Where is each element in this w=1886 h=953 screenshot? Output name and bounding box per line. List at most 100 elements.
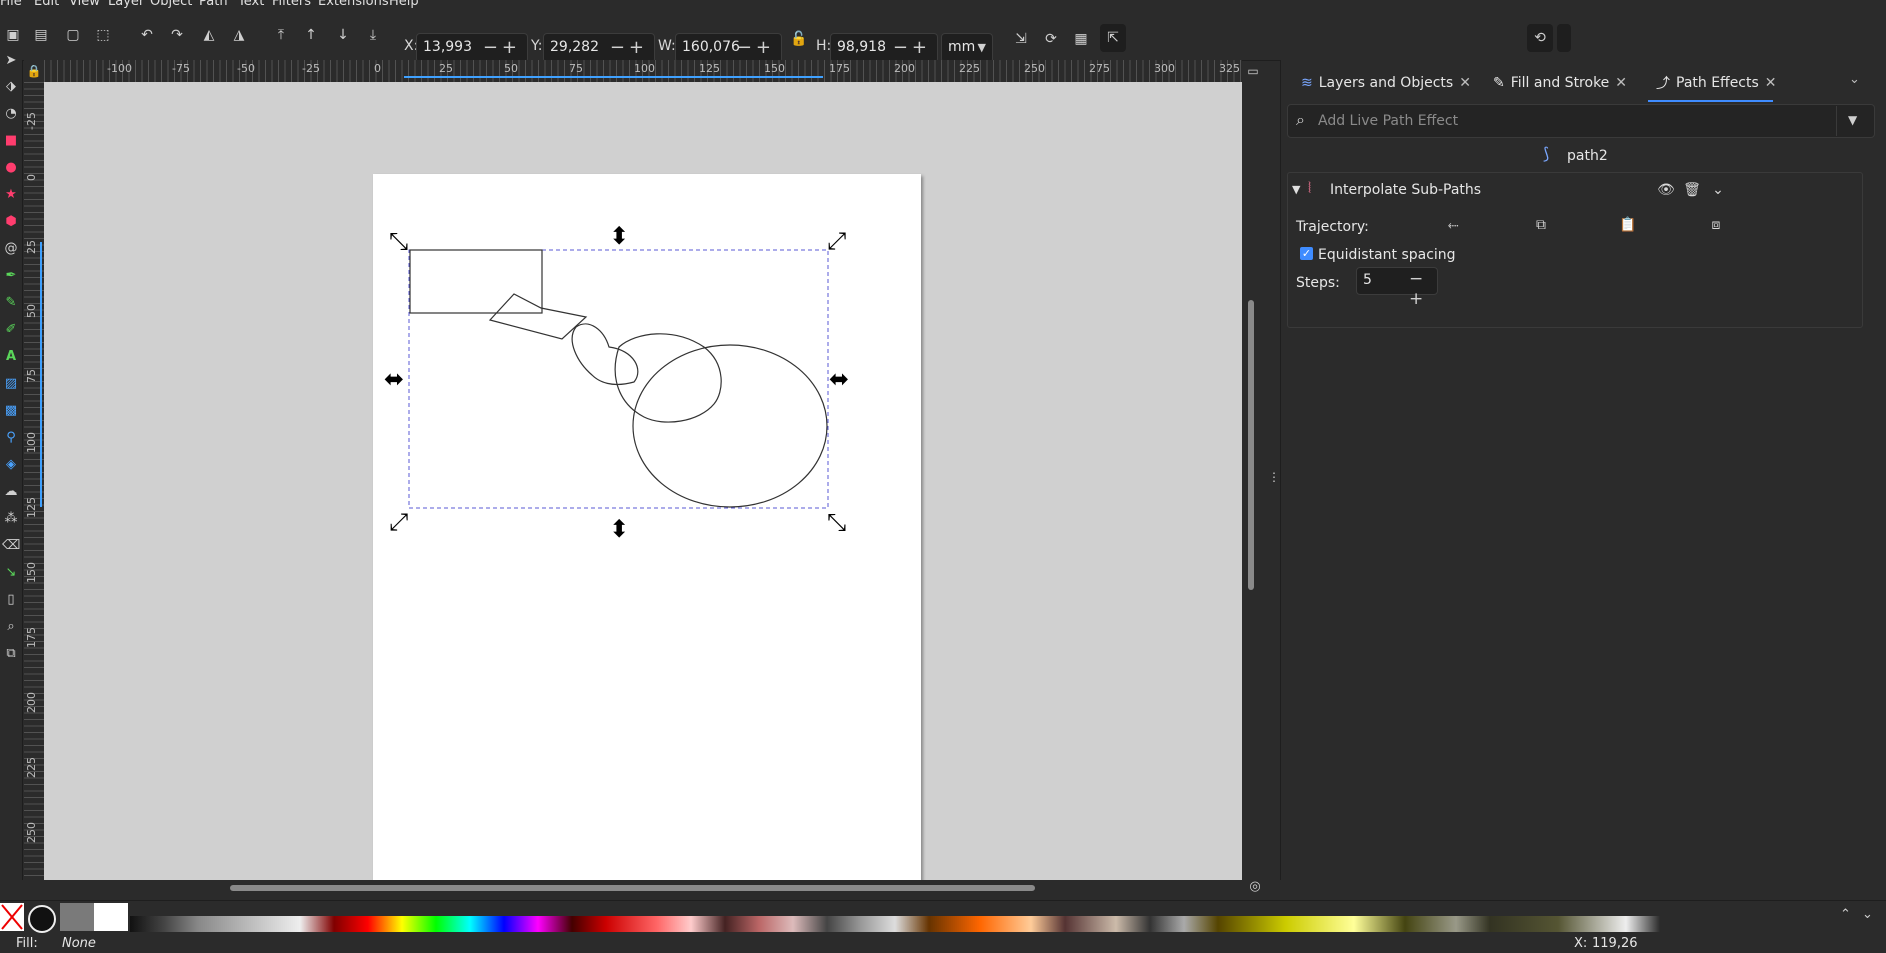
swatch-white[interactable]	[94, 903, 128, 931]
selector-tool-icon[interactable]: ➤	[2, 52, 20, 70]
paint-bucket-tool-icon[interactable]: ◈	[2, 456, 20, 474]
unit-select[interactable]: mm ▼	[941, 33, 993, 63]
rectangle-tool-icon[interactable]: ■	[2, 132, 20, 150]
deselect-icon[interactable]: ▢	[62, 24, 84, 46]
swatch-strip[interactable]	[130, 916, 1830, 932]
lock-ratio-icon[interactable]: 🔓	[788, 28, 810, 50]
menu-object[interactable]: Object	[150, 0, 192, 9]
edit-on-canvas-icon[interactable]: ⬸	[1440, 211, 1466, 239]
y-stepper-icon[interactable]: −+	[610, 37, 648, 58]
blob-shape[interactable]	[571, 323, 639, 386]
ellipse-tool-icon[interactable]: ●	[2, 159, 20, 177]
chevron-down-icon[interactable]: ▼	[1848, 113, 1857, 127]
scale-stroke-icon[interactable]: ⇲	[1010, 28, 1032, 50]
color-management-icon[interactable]: ◎	[1246, 879, 1264, 897]
handle-s-icon[interactable]: ⬍	[609, 515, 629, 543]
chevron-up-icon[interactable]: ⌃	[1840, 907, 1851, 922]
star-tool-icon[interactable]: ★	[2, 186, 20, 204]
display-mode-icon[interactable]: ▭	[1242, 60, 1264, 82]
y-field[interactable]: 29,282 −+	[543, 33, 655, 63]
tab-fill-stroke[interactable]: ✎ Fill and Stroke ✕	[1493, 70, 1627, 96]
handle-sw-icon[interactable]: ⤢	[389, 508, 408, 536]
handle-ne-icon[interactable]: ⤢	[827, 227, 846, 255]
expander-icon[interactable]: ▼	[1292, 183, 1300, 196]
lock-guides-icon[interactable]: 🔒	[24, 60, 44, 82]
vertical-scrollbar[interactable]	[1248, 300, 1254, 590]
measure-tool-icon[interactable]: ⧉	[2, 645, 20, 663]
scale-corners-icon[interactable]: ⟳	[1040, 28, 1062, 50]
menu-help[interactable]: Help	[389, 0, 419, 9]
lower-icon[interactable]: ↓	[332, 24, 354, 46]
copy-path-icon[interactable]: ⧉	[1528, 211, 1554, 239]
horizontal-scrollbar[interactable]	[230, 885, 1035, 891]
h-stepper-icon[interactable]: −+	[893, 37, 931, 58]
pencil-tool-icon[interactable]: ✎	[2, 294, 20, 312]
chevron-down-icon[interactable]: ⌄	[1705, 176, 1731, 204]
tweak-brush-icon[interactable]: ☁	[2, 483, 20, 501]
pen-tool-icon[interactable]: ✒	[2, 267, 20, 285]
equidistant-checkbox[interactable]: ✓	[1300, 247, 1313, 260]
handle-n-icon[interactable]: ⬍	[609, 222, 629, 250]
flip-vertical-icon[interactable]: ◮	[228, 24, 250, 46]
swatch-gray[interactable]	[60, 903, 94, 931]
calligraphy-tool-icon[interactable]: ✐	[2, 321, 20, 339]
rotate-ccw-icon[interactable]: ↶	[136, 24, 158, 46]
touch-select-icon[interactable]: ⬚	[92, 24, 114, 46]
snap-options-icon[interactable]	[1557, 24, 1571, 52]
eraser-tool-icon[interactable]: ⌫	[2, 537, 20, 555]
rectangle-shape[interactable]	[409, 249, 543, 314]
rotate-cw-icon[interactable]: ↷	[166, 24, 188, 46]
ellipse-shape[interactable]	[632, 344, 828, 508]
tab-path-effects[interactable]: ⤴ Path Effects ✕	[1656, 70, 1777, 96]
pages-tool-icon[interactable]: ▯	[2, 591, 20, 609]
close-icon[interactable]: ✕	[1459, 75, 1471, 91]
link-path-icon[interactable]: ⧈	[1703, 211, 1729, 239]
gradient-tool-icon[interactable]: ▨	[2, 375, 20, 393]
snap-toggle-icon[interactable]: ⟲	[1527, 24, 1553, 52]
steps-stepper-icon[interactable]: −+	[1409, 269, 1437, 309]
delete-icon[interactable]: 🗑	[1679, 176, 1705, 204]
node-tool-icon[interactable]: ⬗	[2, 78, 20, 96]
add-effect-search[interactable]: ⌕ Add Live Path Effect ▼	[1287, 104, 1875, 138]
mesh-tool-icon[interactable]: ▩	[2, 402, 20, 420]
connector-tool-icon[interactable]: ↘	[2, 564, 20, 582]
raise-icon[interactable]: ↑	[300, 24, 322, 46]
3d-box-tool-icon[interactable]: ⬢	[2, 213, 20, 231]
steps-spinbox[interactable]: 5 −+	[1356, 267, 1438, 309]
chevron-down-icon[interactable]: ⌄	[1849, 72, 1860, 87]
close-icon[interactable]: ✕	[1765, 75, 1777, 91]
menu-extensions[interactable]: Extensions	[318, 0, 389, 9]
text-tool-icon[interactable]: A	[2, 348, 20, 366]
menu-edit[interactable]: Edit	[34, 0, 59, 9]
w-field[interactable]: 160,076 −+	[675, 33, 782, 63]
move-gradients-icon[interactable]: ▦	[1070, 28, 1092, 50]
w-stepper-icon[interactable]: −+	[737, 37, 775, 58]
none-swatch-icon[interactable]	[0, 903, 24, 931]
x-field[interactable]: 13,993 −+	[416, 33, 528, 63]
menu-text[interactable]: Text	[238, 0, 264, 9]
dock-handle-icon[interactable]: ⋮	[1268, 470, 1280, 486]
spiral-tool-icon[interactable]: @	[2, 240, 20, 258]
paste-path-icon[interactable]: 📋	[1615, 211, 1641, 239]
menu-filters[interactable]: Filters	[272, 0, 311, 9]
select-all-icon[interactable]: ▣	[2, 24, 24, 46]
tweak-tool-icon[interactable]: ◔	[2, 105, 20, 123]
menu-file[interactable]: File	[0, 0, 22, 9]
chevron-down-icon[interactable]: ⌄	[1862, 907, 1873, 922]
drawing-layer[interactable]: ⤡ ⬍ ⤢ ⬌ ⬌ ⤢ ⬍ ⤡	[44, 82, 1242, 880]
h-field[interactable]: 98,918 −+	[830, 33, 938, 63]
handle-nw-icon[interactable]: ⤡	[389, 227, 408, 255]
move-patterns-icon[interactable]: ⇱	[1100, 24, 1126, 52]
x-stepper-icon[interactable]: −+	[483, 37, 521, 58]
close-icon[interactable]: ✕	[1615, 75, 1627, 91]
select-all-layers-icon[interactable]: ▤	[30, 24, 52, 46]
menu-path[interactable]: Path	[199, 0, 228, 9]
stroke-indicator-icon[interactable]	[28, 905, 56, 933]
quad-shape[interactable]	[488, 293, 588, 340]
canvas[interactable]: ⤡ ⬍ ⤢ ⬌ ⬌ ⤢ ⬍ ⤡	[44, 82, 1242, 880]
menu-layer[interactable]: Layer	[108, 0, 144, 9]
handle-se-icon[interactable]: ⤡	[827, 508, 846, 536]
flip-horizontal-icon[interactable]: ◭	[198, 24, 220, 46]
handle-e-icon[interactable]: ⬌	[829, 365, 849, 393]
visibility-icon[interactable]: 👁	[1653, 176, 1679, 204]
